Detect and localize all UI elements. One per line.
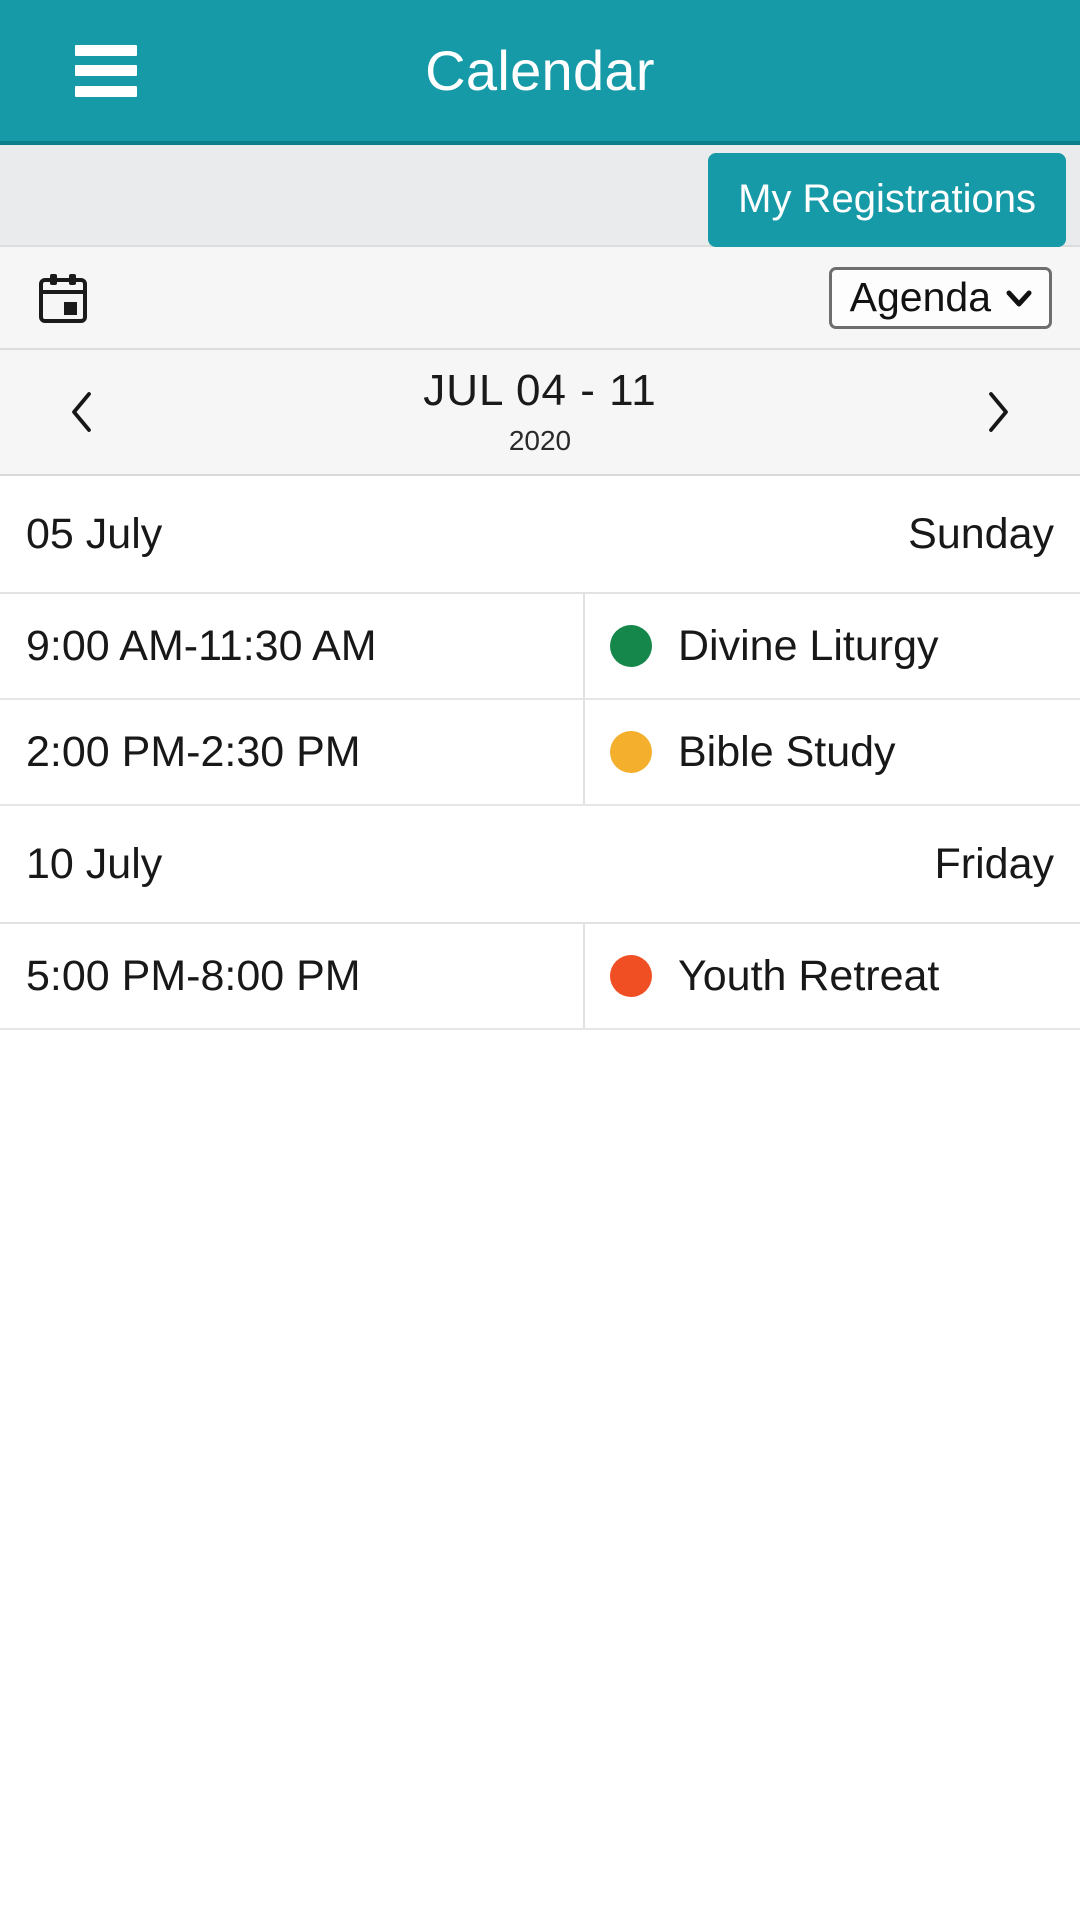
agenda-event-title-cell: Bible Study [585,700,1080,804]
agenda-event-time: 2:00 PM-2:30 PM [0,700,585,804]
agenda-day-date: 05 July [26,509,163,558]
date-range-label: JUL 04 - 11 2020 [118,369,962,455]
agenda-day-header: 05 July Sunday [0,476,1080,594]
agenda-event-row[interactable]: 9:00 AM-11:30 AM Divine Liturgy [0,594,1080,700]
agenda-event-time: 5:00 PM-8:00 PM [0,924,585,1028]
app-bar: Calendar [0,0,1080,145]
agenda-event-title: Youth Retreat [678,951,940,1000]
calendar-icon[interactable] [38,272,88,324]
chevron-right-icon[interactable] [962,377,1032,447]
agenda-event-title-cell: Youth Retreat [585,924,1080,1028]
hamburger-menu-icon[interactable] [75,44,137,97]
event-color-dot-icon [610,731,652,773]
chevron-left-icon[interactable] [48,377,118,447]
agenda-day-date: 10 July [26,839,163,888]
menu-bar-3 [75,85,137,97]
agenda-list: 05 July Sunday 9:00 AM-11:30 AM Divine Litu… [0,476,1080,1920]
event-color-dot-icon [610,955,652,997]
registrations-bar: My Registrations [0,145,1080,247]
agenda-day-weekday: Sunday [908,509,1054,558]
view-mode-select[interactable]: Agenda [828,266,1052,329]
event-color-dot-icon [610,625,652,667]
agenda-event-row[interactable]: 5:00 PM-8:00 PM Youth Retreat [0,924,1080,1030]
agenda-day-header: 10 July Friday [0,806,1080,924]
calendar-screen: Calendar My Registrations Agenda JUL 04 … [0,0,1080,1920]
date-range-text: JUL 04 - 11 [423,366,657,415]
menu-bar-2 [75,65,137,76]
chevron-down-icon [1005,284,1033,312]
my-registrations-button[interactable]: My Registrations [708,153,1066,247]
date-navigation: JUL 04 - 11 2020 [0,350,1080,476]
agenda-event-title-cell: Divine Liturgy [585,594,1080,698]
agenda-event-time: 9:00 AM-11:30 AM [0,594,585,698]
agenda-day-weekday: Friday [934,839,1054,888]
date-year-text: 2020 [508,425,572,456]
view-mode-value: Agenda [849,274,991,320]
view-toolbar: Agenda [0,245,1080,350]
agenda-event-row[interactable]: 2:00 PM-2:30 PM Bible Study [0,700,1080,806]
agenda-event-title: Divine Liturgy [678,621,939,670]
page-title: Calendar [425,38,655,102]
agenda-event-title: Bible Study [678,727,896,776]
menu-bar-1 [75,44,137,56]
